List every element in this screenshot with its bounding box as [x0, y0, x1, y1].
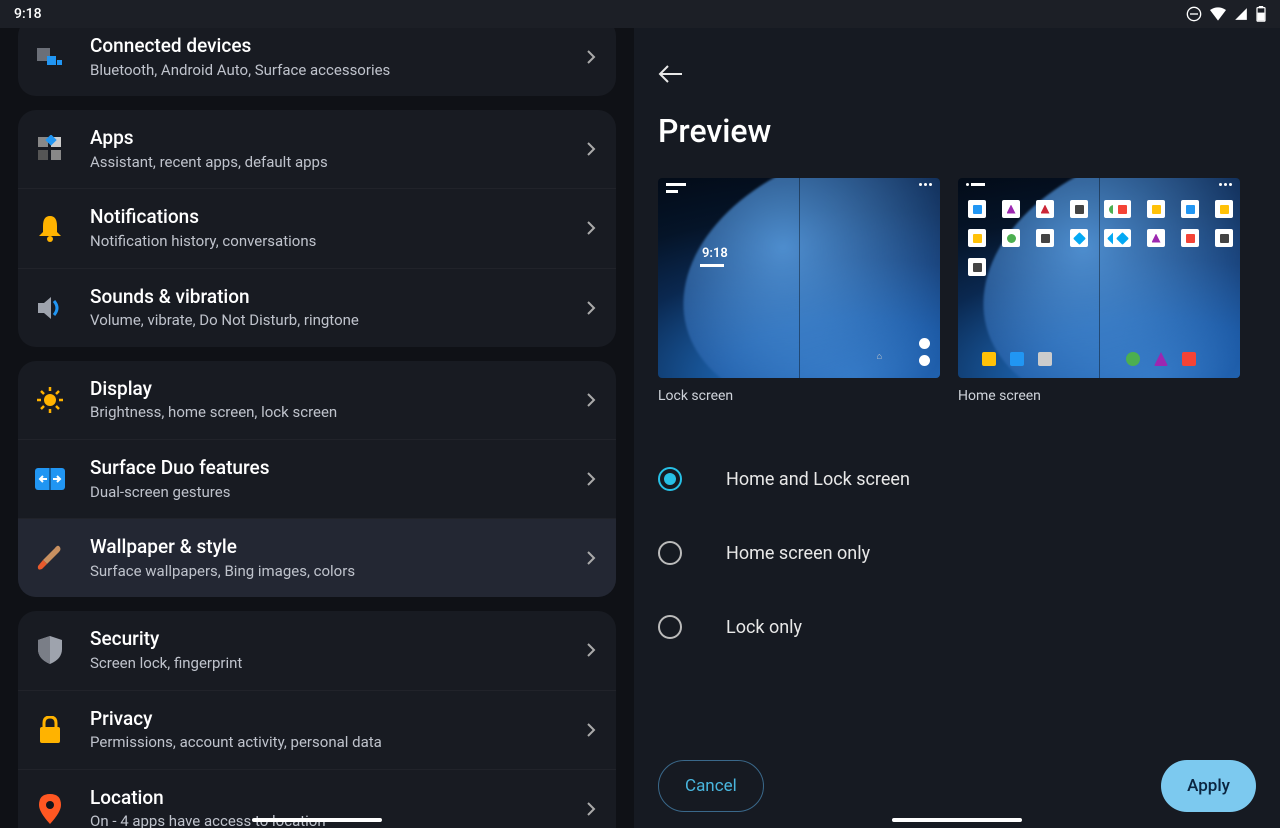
- status-bar: 9:18: [0, 0, 1280, 28]
- cancel-button[interactable]: Cancel: [658, 760, 764, 812]
- item-title: Sounds & vibration: [90, 285, 586, 310]
- item-title: Notifications: [90, 205, 586, 230]
- item-sub: Screen lock, fingerprint: [90, 654, 586, 674]
- preview-lock-screen[interactable]: 9:18 ⌂ Lock screen: [658, 178, 940, 404]
- item-title: Privacy: [90, 707, 586, 732]
- settings-item-security[interactable]: Security Screen lock, fingerprint: [18, 611, 616, 690]
- unlock-hint-icon: ⌂: [877, 351, 882, 362]
- duo-icon: [32, 461, 68, 497]
- item-title: Apps: [90, 126, 586, 151]
- item-sub: Notification history, conversations: [90, 232, 586, 252]
- bell-icon: [32, 210, 68, 246]
- item-title: Location: [90, 786, 586, 811]
- dnd-icon: [1186, 6, 1202, 22]
- wallpaper-preview-pane: Preview 9:18 ⌂ Lock screen: [634, 28, 1280, 828]
- chevron-right-icon: [586, 220, 596, 236]
- settings-item-sounds[interactable]: Sounds & vibration Volume, vibrate, Do N…: [18, 269, 616, 347]
- item-sub: Volume, vibrate, Do Not Disturb, rington…: [90, 311, 586, 331]
- settings-item-surface-duo[interactable]: Surface Duo features Dual-screen gesture…: [18, 440, 616, 519]
- back-button[interactable]: [658, 54, 698, 94]
- battery-icon: [1256, 6, 1266, 22]
- preview-label: Lock screen: [658, 388, 940, 404]
- settings-list-pane: Connected devices Bluetooth, Android Aut…: [0, 28, 634, 828]
- radio-icon: [658, 615, 682, 639]
- settings-item-connected-devices[interactable]: Connected devices Bluetooth, Android Aut…: [18, 28, 616, 96]
- gesture-handle[interactable]: [892, 818, 1022, 822]
- brightness-icon: [32, 382, 68, 418]
- apps-icon: [32, 131, 68, 167]
- lock-preview-time: 9:18: [702, 246, 728, 261]
- item-sub: Surface wallpapers, Bing images, colors: [90, 562, 586, 582]
- chevron-right-icon: [586, 801, 596, 817]
- settings-item-display[interactable]: Display Brightness, home screen, lock sc…: [18, 361, 616, 440]
- lock-icon: [32, 712, 68, 748]
- settings-item-privacy[interactable]: Privacy Permissions, account activity, p…: [18, 691, 616, 770]
- item-sub: Permissions, account activity, personal …: [90, 733, 586, 753]
- arrow-left-icon: [658, 64, 684, 84]
- cancel-label: Cancel: [685, 776, 737, 796]
- radio-home-only[interactable]: Home screen only: [658, 516, 1262, 590]
- radio-home-and-lock[interactable]: Home and Lock screen: [658, 442, 1262, 516]
- item-title: Connected devices: [90, 34, 586, 59]
- item-sub: Dual-screen gestures: [90, 483, 586, 503]
- chevron-right-icon: [586, 471, 596, 487]
- gesture-handle[interactable]: [252, 818, 382, 822]
- radio-label: Home and Lock screen: [726, 469, 910, 490]
- wifi-icon: [1210, 7, 1226, 21]
- item-title: Display: [90, 377, 586, 402]
- location-pin-icon: [32, 791, 68, 827]
- chevron-right-icon: [586, 300, 596, 316]
- chevron-right-icon: [586, 392, 596, 408]
- item-title: Surface Duo features: [90, 456, 586, 481]
- radio-icon: [658, 541, 682, 565]
- chevron-right-icon: [586, 722, 596, 738]
- item-title: Security: [90, 627, 586, 652]
- settings-item-apps[interactable]: Apps Assistant, recent apps, default app…: [18, 110, 616, 189]
- radio-lock-only[interactable]: Lock only: [658, 590, 1262, 664]
- settings-item-wallpaper[interactable]: Wallpaper & style Surface wallpapers, Bi…: [18, 519, 616, 597]
- status-time: 9:18: [14, 6, 42, 22]
- apply-label: Apply: [1187, 776, 1230, 796]
- item-sub: Assistant, recent apps, default apps: [90, 153, 586, 173]
- paintbrush-icon: [32, 540, 68, 576]
- radio-icon: [658, 467, 682, 491]
- status-icons: [1186, 6, 1266, 22]
- radio-label: Home screen only: [726, 543, 870, 564]
- shield-icon: [32, 632, 68, 668]
- item-sub: Bluetooth, Android Auto, Surface accesso…: [90, 61, 586, 81]
- signal-icon: [1234, 7, 1248, 21]
- radio-label: Lock only: [726, 617, 802, 638]
- chevron-right-icon: [586, 141, 596, 157]
- settings-item-notifications[interactable]: Notifications Notification history, conv…: [18, 189, 616, 268]
- speaker-icon: [32, 290, 68, 326]
- chevron-right-icon: [586, 550, 596, 566]
- item-title: Wallpaper & style: [90, 535, 586, 560]
- chevron-right-icon: [586, 642, 596, 658]
- apply-button[interactable]: Apply: [1161, 760, 1256, 812]
- connected-devices-icon: [32, 39, 68, 75]
- preview-home-screen[interactable]: Home screen: [958, 178, 1240, 404]
- item-sub: Brightness, home screen, lock screen: [90, 403, 586, 423]
- chevron-right-icon: [586, 49, 596, 65]
- page-title: Preview: [658, 112, 1262, 150]
- preview-label: Home screen: [958, 388, 1240, 404]
